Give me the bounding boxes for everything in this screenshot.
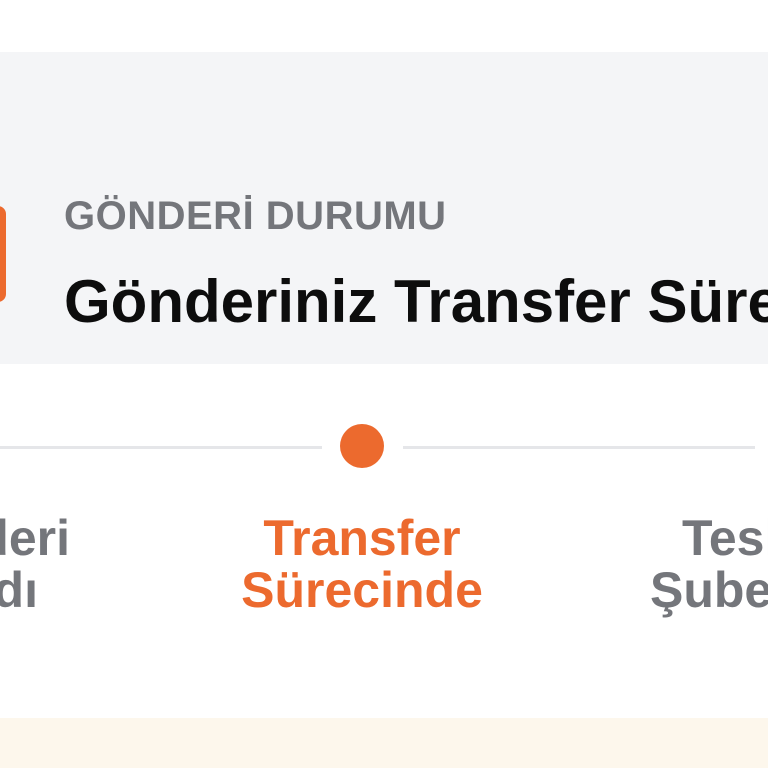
- progress-track-right: [403, 446, 755, 449]
- progress-step-dot-active: [340, 424, 384, 468]
- step-label-line2: Şubesinde: [650, 562, 768, 618]
- step-label-line1: Gönderi: [0, 510, 70, 566]
- step-label-line1: Teslimat: [682, 510, 768, 566]
- step-label-line1: Transfer: [263, 510, 461, 566]
- progress-track-left: [0, 446, 322, 449]
- shipment-tracking-screen: GÖNDERİ DURUMU Gönderiniz Transfer Sürec…: [0, 0, 768, 768]
- status-label: GÖNDERİ DURUMU: [64, 194, 447, 238]
- progress-step-transfer: Transfer Sürecinde: [212, 512, 512, 616]
- progress-step-received: Gönderi Alındı: [0, 512, 70, 616]
- progress-step-branch: Teslimat Şubesinde: [650, 512, 768, 616]
- notice-banner: [0, 718, 768, 768]
- step-label-line2: Alındı: [0, 562, 38, 618]
- shipment-status-card: GÖNDERİ DURUMU Gönderiniz Transfer Sürec…: [0, 52, 768, 364]
- step-label-line2: Sürecinde: [241, 562, 483, 618]
- status-title: Gönderiniz Transfer Sürecinde: [64, 268, 768, 335]
- package-icon: [0, 206, 6, 302]
